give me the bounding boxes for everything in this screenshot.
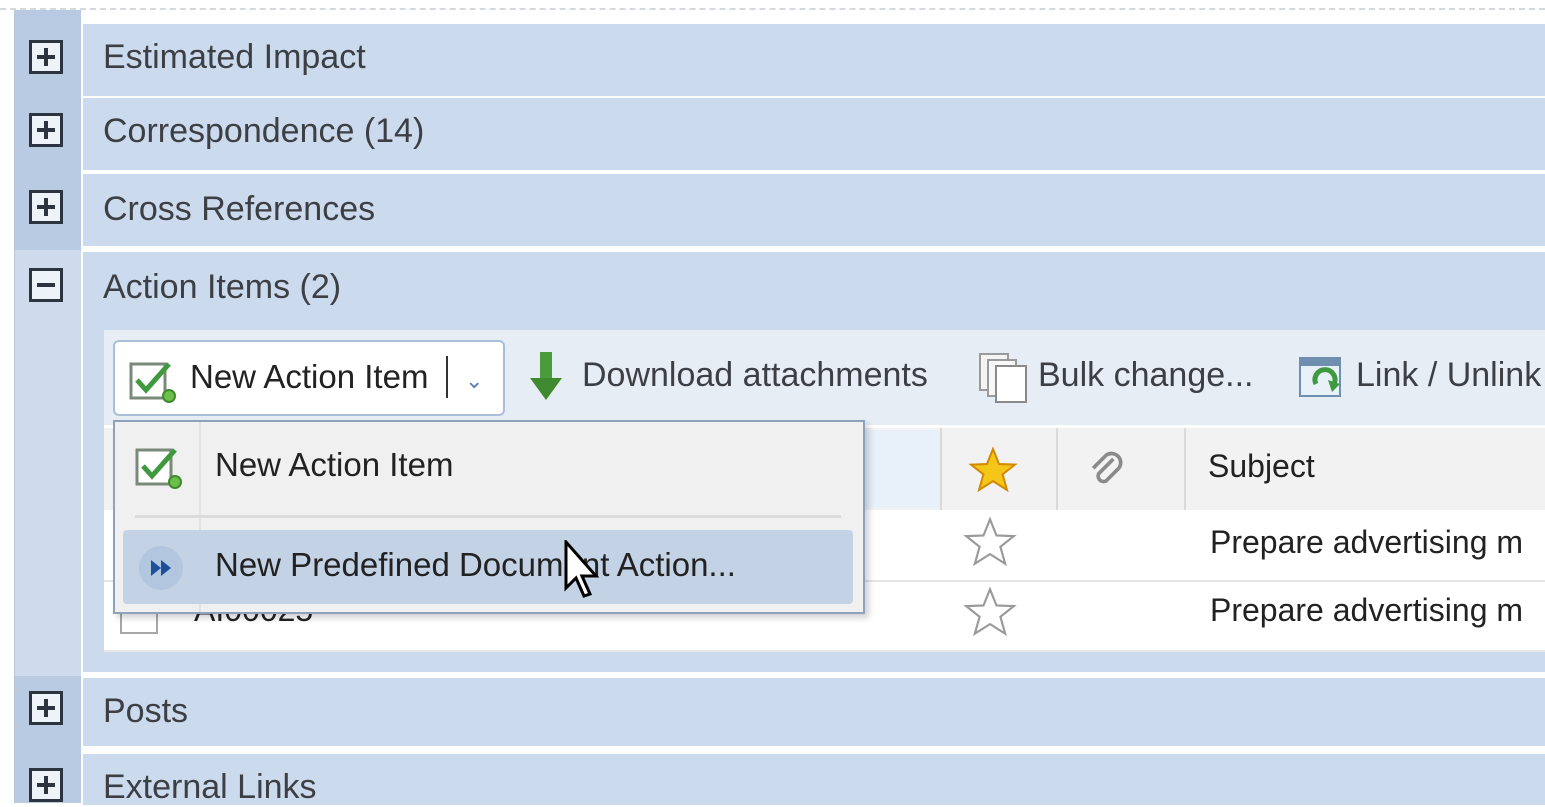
expand-icon[interactable] bbox=[29, 40, 63, 74]
menu-item-new-action-item[interactable]: New Action Item bbox=[115, 422, 863, 504]
section-external-links[interactable]: External Links bbox=[83, 752, 1545, 806]
expand-icon[interactable] bbox=[29, 768, 63, 802]
expand-icon[interactable] bbox=[29, 691, 63, 725]
new-action-dropdown-menu: New Action Item New Predefined Document … bbox=[113, 420, 865, 614]
column-header-subject[interactable]: Subject bbox=[1184, 428, 1545, 510]
grid-header-selected-cell bbox=[860, 430, 940, 508]
section-title: Estimated Impact bbox=[103, 38, 366, 76]
section-correspondence[interactable]: Correspondence (14) bbox=[83, 96, 1545, 170]
top-dashed-border bbox=[0, 8, 1545, 10]
text-caret bbox=[446, 356, 448, 398]
section-title: External Links bbox=[103, 768, 317, 806]
mouse-cursor-icon bbox=[564, 540, 600, 598]
section-title: Action Items (2) bbox=[103, 268, 342, 306]
section-posts[interactable]: Posts bbox=[83, 676, 1545, 746]
expand-icon[interactable] bbox=[29, 190, 63, 224]
menu-separator bbox=[135, 515, 841, 518]
new-action-item-label: New Action Item bbox=[190, 358, 429, 395]
download-arrow-icon bbox=[530, 352, 562, 400]
section-title: Posts bbox=[103, 692, 189, 730]
new-action-item-icon bbox=[129, 362, 176, 403]
fast-forward-icon bbox=[139, 546, 183, 590]
menu-item-label: New Predefined Document Action... bbox=[215, 546, 736, 583]
new-action-item-icon bbox=[135, 448, 182, 489]
section-cross-references[interactable]: Cross References bbox=[83, 172, 1545, 246]
column-header-star[interactable] bbox=[940, 428, 1058, 510]
link-unlink-button[interactable]: Link / Unlink bbox=[1356, 356, 1541, 395]
row-subject: Prepare advertising m bbox=[1210, 524, 1524, 560]
expand-icon[interactable] bbox=[29, 113, 63, 147]
link-unlink-icon bbox=[1299, 357, 1341, 397]
section-title: Cross References bbox=[103, 190, 376, 228]
column-label-subject: Subject bbox=[1208, 448, 1315, 484]
column-header-attachment[interactable] bbox=[1056, 428, 1186, 510]
row-subject: Prepare advertising m bbox=[1210, 592, 1524, 628]
star-icon bbox=[968, 446, 1018, 493]
menu-item-label: New Action Item bbox=[215, 446, 454, 483]
collapse-icon[interactable] bbox=[29, 268, 63, 302]
star-outline-icon[interactable] bbox=[962, 586, 1018, 638]
paperclip-icon bbox=[1091, 451, 1123, 484]
section-estimated-impact[interactable]: Estimated Impact bbox=[83, 22, 1545, 96]
download-attachments-button[interactable]: Download attachments bbox=[582, 356, 928, 395]
star-outline-icon[interactable] bbox=[962, 516, 1018, 568]
left-rail bbox=[0, 10, 15, 803]
bulk-change-button[interactable]: Bulk change... bbox=[1038, 356, 1253, 395]
chevron-down-icon[interactable]: ⌄ bbox=[465, 368, 483, 394]
bulk-change-icon bbox=[979, 353, 1027, 403]
section-title: Correspondence (14) bbox=[103, 112, 425, 150]
